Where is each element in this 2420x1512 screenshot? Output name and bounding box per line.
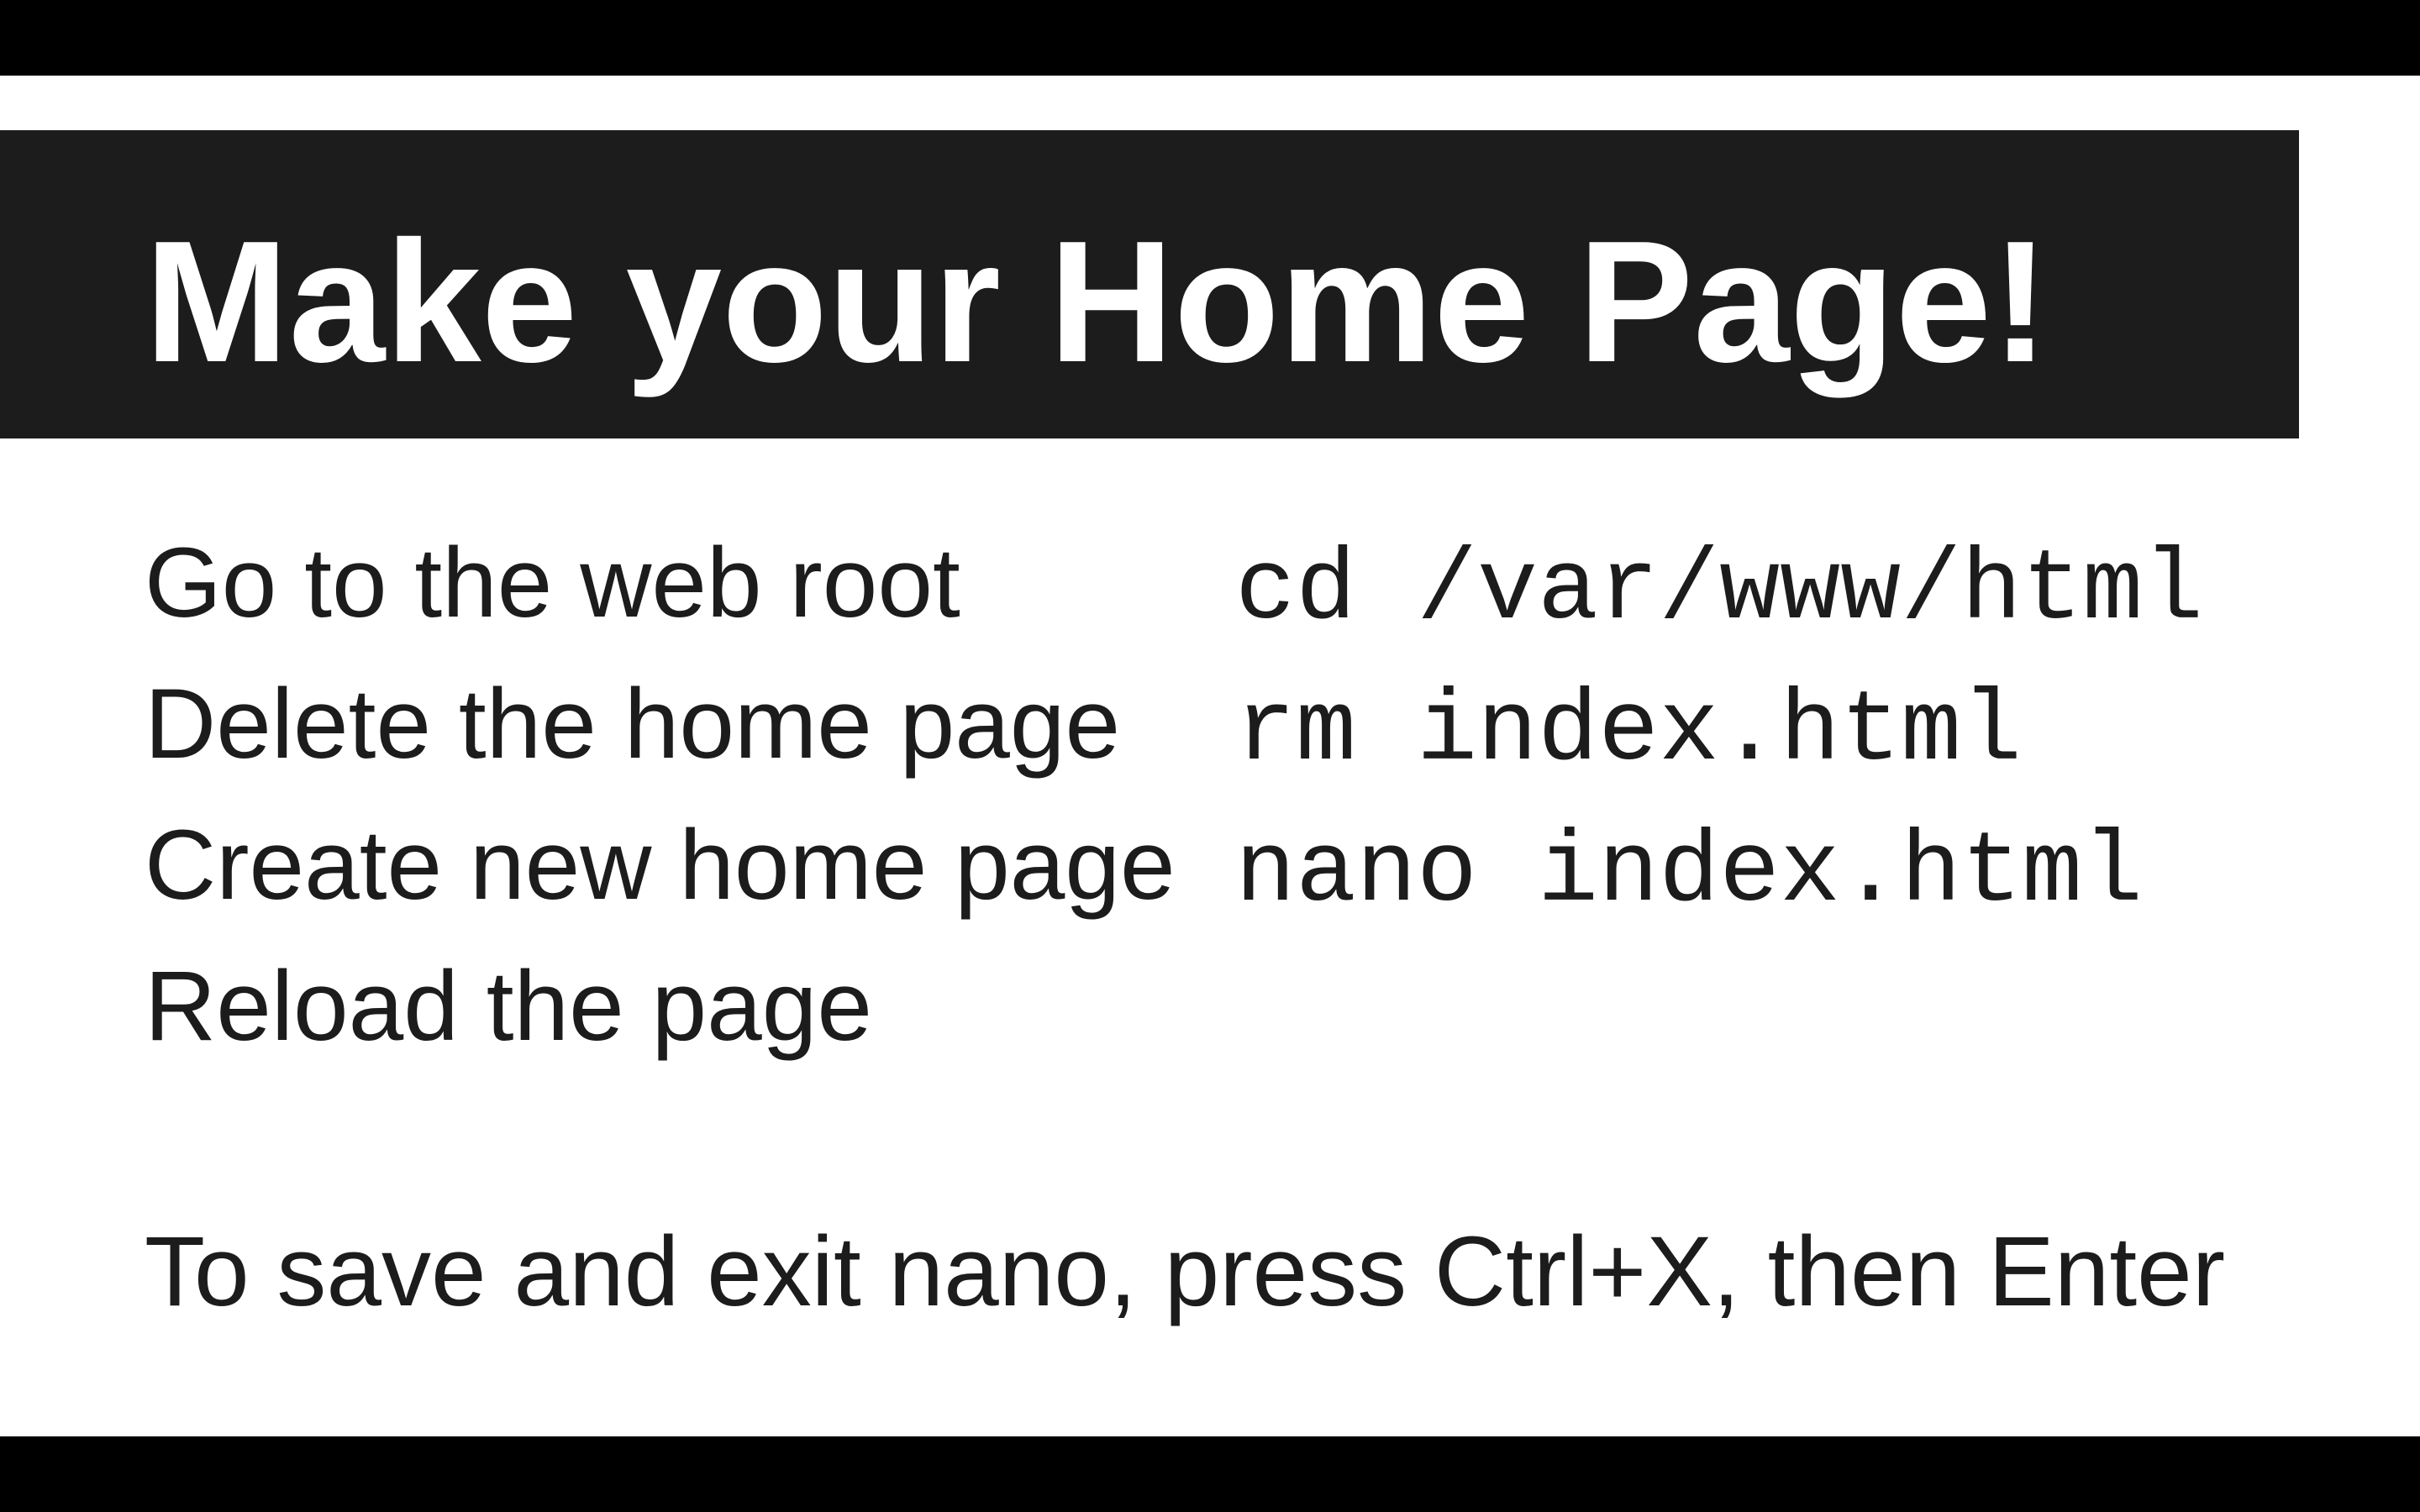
slide: Make your Home Page! Go to the web root … (0, 76, 2420, 1436)
letterbox-bottom (0, 1436, 2420, 1512)
step-row-reload-page: Reload the page (145, 936, 2329, 1077)
steps-list: Go to the web root cd /var/www/html Dele… (145, 512, 2329, 1077)
step-command: rm index.html (1235, 675, 2023, 790)
step-label: Reload the page (145, 951, 873, 1062)
step-row-create-home-page: Create new home page nano index.html (145, 795, 2329, 936)
step-label: Create new home page (145, 810, 1176, 921)
step-label: Delete the home page (145, 669, 1121, 780)
step-row-delete-home-page: Delete the home page rm index.html (145, 654, 2329, 795)
letterbox-top (0, 0, 2420, 76)
step-label: Go to the web root (145, 528, 960, 638)
step-row-go-to-web-root: Go to the web root cd /var/www/html (145, 512, 2329, 654)
step-command: cd /var/www/html (1235, 534, 2204, 648)
save-exit-note: To save and exit nano, press Ctrl+X, the… (145, 1216, 2226, 1327)
step-command: nano index.html (1235, 816, 2144, 931)
slide-title: Make your Home Page! (145, 205, 2049, 398)
